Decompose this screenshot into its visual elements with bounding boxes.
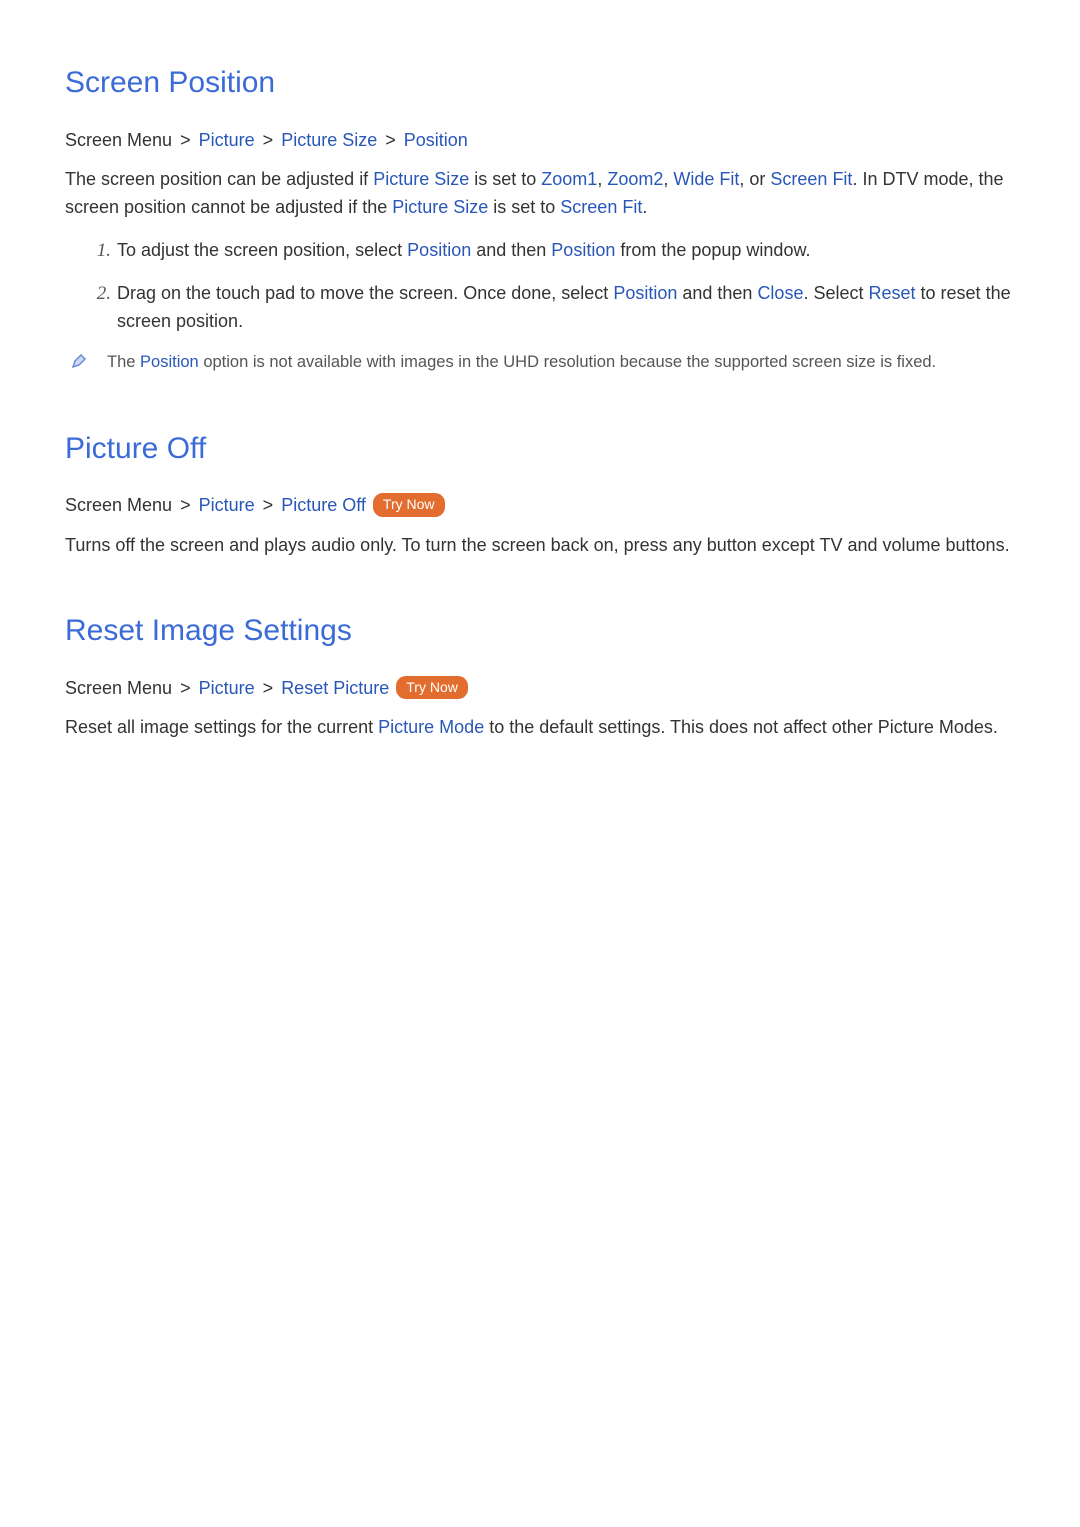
breadcrumb-item: Screen Menu [65, 678, 172, 698]
paragraph: Reset all image settings for the current… [65, 714, 1015, 742]
breadcrumb-item: Picture Off [281, 495, 366, 515]
text: , or [739, 169, 770, 189]
chevron-right-icon: > [180, 130, 191, 150]
breadcrumb-item: Picture Size [281, 130, 377, 150]
keyword: Screen Fit [560, 197, 642, 217]
note: The Position option is not available wit… [71, 350, 1015, 378]
text: and then [677, 283, 757, 303]
breadcrumb-item: Position [404, 130, 468, 150]
breadcrumb-item: Screen Menu [65, 130, 172, 150]
text: , [663, 169, 673, 189]
section-reset-image-settings: Reset Image Settings Screen Menu > Pictu… [65, 608, 1015, 742]
breadcrumb: Screen Menu > Picture > Picture Size > P… [65, 127, 1015, 155]
breadcrumb-item: Picture [199, 678, 255, 698]
note-text: The Position option is not available wit… [107, 350, 936, 376]
keyword: Zoom2 [607, 169, 663, 189]
text: To adjust the screen position, select [117, 240, 407, 260]
try-now-badge: Try Now [373, 493, 445, 517]
keyword: Wide Fit [673, 169, 739, 189]
text: Drag on the touch pad to move the screen… [117, 283, 613, 303]
section-screen-position: Screen Position Screen Menu > Picture > … [65, 60, 1015, 378]
keyword: Position [140, 353, 199, 371]
text: The [107, 353, 140, 371]
paragraph: The screen position can be adjusted if P… [65, 166, 1015, 222]
text: option is not available with images in t… [199, 353, 936, 371]
keyword: Picture Size [373, 169, 469, 189]
try-now-badge: Try Now [396, 676, 468, 700]
chevron-right-icon: > [180, 495, 191, 515]
text: to the default settings. This does not a… [484, 717, 998, 737]
breadcrumb: Screen Menu > Picture > Reset Picture Tr… [65, 675, 1015, 703]
chevron-right-icon: > [180, 678, 191, 698]
chevron-right-icon: > [263, 678, 274, 698]
keyword: Close [757, 283, 803, 303]
text: is set to [488, 197, 560, 217]
text: . Select [803, 283, 868, 303]
text: Reset all image settings for the current [65, 717, 378, 737]
text: , [597, 169, 607, 189]
ordered-list: To adjust the screen position, select Po… [65, 236, 1015, 336]
keyword: Position [551, 240, 615, 260]
heading-screen-position: Screen Position [65, 60, 1015, 107]
chevron-right-icon: > [263, 495, 274, 515]
pencil-icon [71, 350, 91, 378]
keyword: Picture Mode [378, 717, 484, 737]
heading-picture-off: Picture Off [65, 426, 1015, 473]
list-item: To adjust the screen position, select Po… [111, 236, 1015, 265]
keyword: Reset [869, 283, 916, 303]
paragraph: Turns off the screen and plays audio onl… [65, 532, 1015, 560]
breadcrumb-item: Screen Menu [65, 495, 172, 515]
text: The screen position can be adjusted if [65, 169, 373, 189]
text: and then [471, 240, 551, 260]
breadcrumb: Screen Menu > Picture > Picture Off Try … [65, 492, 1015, 520]
text: is set to [469, 169, 541, 189]
keyword: Picture Size [392, 197, 488, 217]
keyword: Position [613, 283, 677, 303]
chevron-right-icon: > [263, 130, 274, 150]
breadcrumb-item: Picture [199, 130, 255, 150]
list-item: Drag on the touch pad to move the screen… [111, 279, 1015, 336]
keyword: Screen Fit [770, 169, 852, 189]
heading-reset-image-settings: Reset Image Settings [65, 608, 1015, 655]
breadcrumb-item: Reset Picture [281, 678, 389, 698]
chevron-right-icon: > [385, 130, 396, 150]
text: from the popup window. [615, 240, 810, 260]
breadcrumb-item: Picture [199, 495, 255, 515]
keyword: Position [407, 240, 471, 260]
keyword: Zoom1 [541, 169, 597, 189]
section-picture-off: Picture Off Screen Menu > Picture > Pict… [65, 426, 1015, 560]
text: . [642, 197, 647, 217]
